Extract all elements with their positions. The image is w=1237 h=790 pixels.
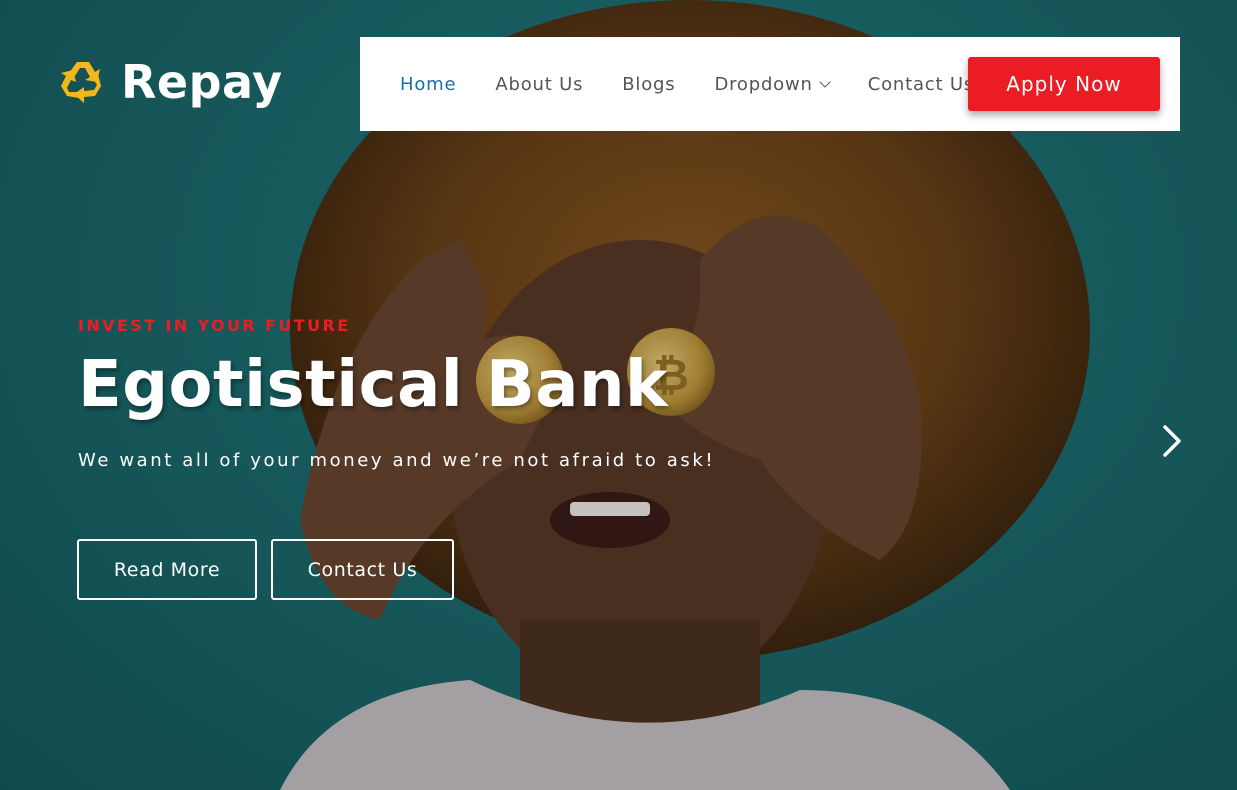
nav-item-dropdown-label: Dropdown <box>714 73 813 95</box>
recycle-icon <box>61 62 101 103</box>
hero-section: ₿ Repay Home About Us Blogs Dropdown Con… <box>0 0 1237 790</box>
contact-us-button[interactable]: Contact Us <box>271 539 454 600</box>
brand-logo[interactable]: Repay <box>57 56 283 108</box>
apply-now-button[interactable]: Apply Now <box>968 57 1160 111</box>
hero-tagline: We want all of your money and we’re not … <box>78 450 716 471</box>
hero-title: Egotistical Bank <box>78 348 669 422</box>
chevron-right-icon[interactable] <box>1158 424 1186 458</box>
hero-eyebrow: INVEST IN YOUR FUTURE <box>78 316 351 335</box>
read-more-button[interactable]: Read More <box>77 539 257 600</box>
main-nav: Home About Us Blogs Dropdown Contact Us … <box>360 37 1180 131</box>
chevron-down-icon <box>819 75 831 88</box>
nav-item-dropdown[interactable]: Dropdown <box>714 73 831 95</box>
nav-item-home[interactable]: Home <box>400 74 456 95</box>
nav-item-blogs[interactable]: Blogs <box>622 74 675 95</box>
nav-item-about-us[interactable]: About Us <box>495 74 583 95</box>
brand-name: Repay <box>121 55 283 109</box>
nav-item-contact-us[interactable]: Contact Us <box>868 74 974 95</box>
